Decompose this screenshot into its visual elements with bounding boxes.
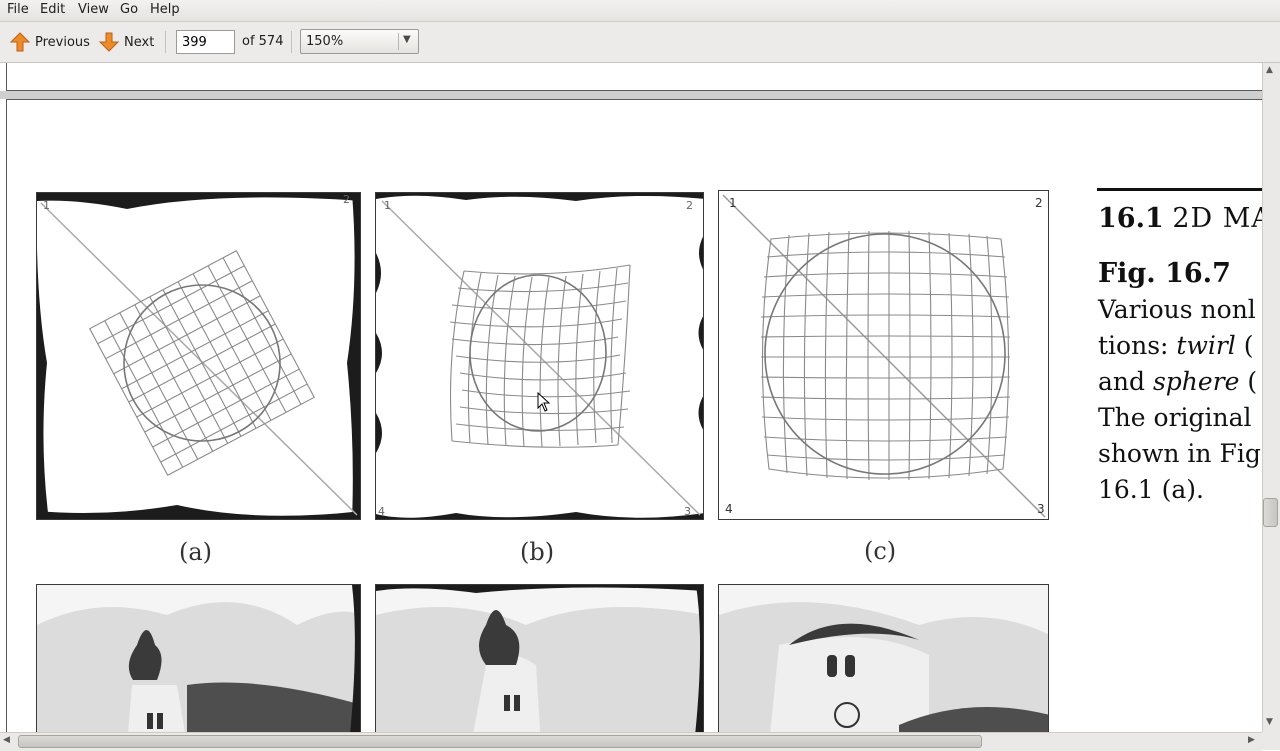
menu-view[interactable]: View [78, 2, 109, 17]
zoom-select[interactable]: 150% ▼ [300, 29, 419, 54]
menu-help[interactable]: Help [150, 2, 180, 17]
church-tower-photo [37, 585, 360, 732]
section-heading: 16.1 2D MA [1098, 203, 1262, 234]
page-total: of 574 [242, 34, 284, 49]
page-number-input[interactable] [176, 30, 235, 54]
figure-photo-e [375, 584, 704, 732]
vertical-scroll-thumb[interactable] [1263, 498, 1278, 527]
menu-go[interactable]: Go [120, 2, 138, 17]
previous-label: Previous [35, 34, 90, 50]
caption-line-5: shown in Fig [1098, 439, 1261, 468]
scroll-up-arrow-icon[interactable]: ▲ [1266, 65, 1273, 75]
caption-line-1: Various nonl [1098, 295, 1256, 324]
figure-panel-c: 1 2 3 4 [718, 190, 1049, 520]
figure-panel-b: 1 2 3 4 [375, 192, 704, 520]
corner-label-2: 2 [686, 199, 693, 212]
figure-photo-f [718, 584, 1049, 732]
figure-panel-a: 1 2 [36, 192, 361, 520]
next-label: Next [124, 34, 155, 50]
caption-line-3: and sphere ( [1098, 367, 1258, 396]
corner-label-2: 2 [343, 193, 350, 206]
mouse-pointer-icon [537, 392, 551, 412]
arrow-down-icon [98, 32, 120, 52]
caption-line-4: The original [1098, 403, 1252, 432]
menu-file[interactable]: File [7, 2, 29, 17]
caption-c: (c) [864, 537, 897, 565]
ripple-grid-illustration: 1 2 3 4 [376, 193, 703, 519]
church-tower-photo [719, 585, 1048, 732]
corner-label-3: 3 [684, 505, 691, 518]
section-title: 2D MA [1172, 203, 1262, 234]
corner-label-2: 2 [1035, 196, 1043, 210]
zoom-divider [398, 33, 399, 50]
menu-edit[interactable]: Edit [40, 2, 65, 17]
twirl-grid-illustration: 1 2 [37, 193, 360, 519]
caption-a: (a) [179, 538, 213, 566]
figure-photo-d [36, 584, 361, 732]
figure-label: Fig. 16.7 [1098, 258, 1231, 289]
church-tower-photo [376, 585, 703, 732]
corner-label-4: 4 [378, 505, 385, 518]
previous-button[interactable]: Previous [9, 30, 90, 54]
caption-b: (b) [520, 538, 555, 566]
scroll-right-arrow-icon[interactable]: ▶ [1248, 735, 1255, 745]
dropdown-arrow-icon: ▼ [403, 34, 411, 45]
corner-label-1: 1 [384, 199, 391, 212]
next-button[interactable]: Next [98, 30, 154, 54]
scroll-left-arrow-icon[interactable]: ◀ [3, 735, 10, 745]
scrollbar-corner [1262, 732, 1280, 750]
previous-page [6, 63, 1262, 91]
zoom-value: 150% [306, 34, 344, 49]
toolbar-separator [291, 31, 292, 53]
page-gap [0, 91, 1262, 99]
corner-label-3: 3 [1037, 502, 1045, 516]
section-rule [1097, 188, 1262, 191]
corner-label-1: 1 [43, 199, 50, 212]
arrow-up-icon [9, 32, 31, 52]
scroll-down-arrow-icon[interactable]: ▼ [1266, 717, 1273, 727]
document-viewport[interactable]: 1 2 (a) 1 2 3 4 (b) 1 2 3 4 (c) 16.1 2D … [0, 63, 1262, 732]
vertical-scrollbar[interactable] [1262, 63, 1280, 732]
corner-label-4: 4 [725, 502, 733, 516]
caption-line-2: tions: twirl ( [1098, 331, 1254, 360]
corner-label-1: 1 [729, 196, 737, 210]
caption-line-6: 16.1 (a). [1098, 475, 1204, 504]
toolbar-separator [165, 31, 166, 53]
horizontal-scroll-thumb[interactable] [18, 735, 982, 748]
menu-bar: File Edit View Go Help [0, 0, 1280, 22]
section-number: 16.1 [1098, 203, 1164, 234]
sphere-grid-illustration: 1 2 3 4 [722, 194, 1046, 518]
